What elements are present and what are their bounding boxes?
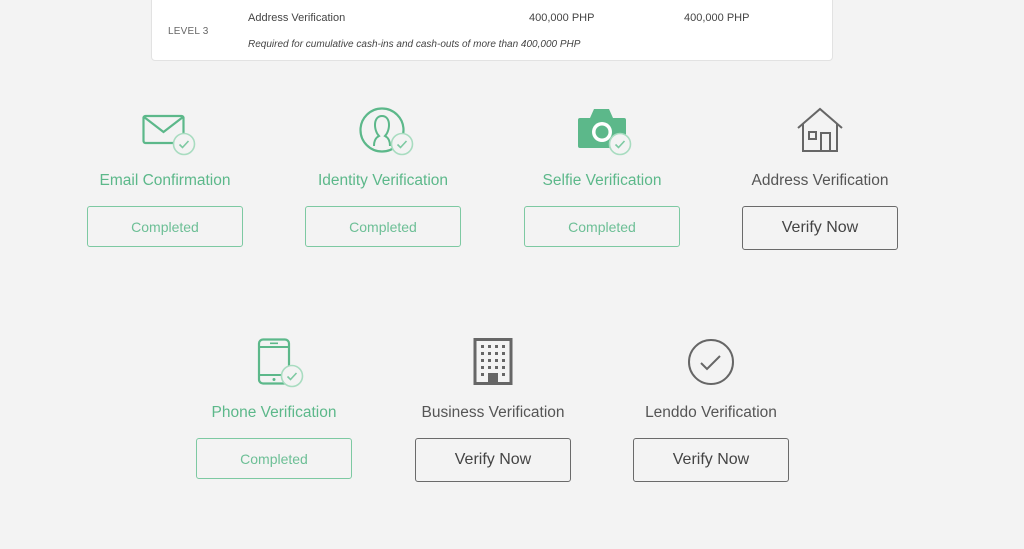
cash-in-limit: 400,000 PHP	[529, 12, 595, 24]
verification-title: Identity Verification	[317, 172, 449, 189]
level-requirement: Address Verification	[248, 12, 346, 24]
verification-title: Business Verification	[421, 404, 565, 421]
verification-identity: Identity Verification Completed	[273, 106, 493, 247]
check-badge-icon	[608, 132, 632, 156]
completed-button[interactable]: Completed	[305, 206, 461, 247]
verification-title: Selfie Verification	[542, 172, 662, 189]
check-badge-icon	[390, 132, 414, 156]
verify-now-button[interactable]: Verify Now	[633, 438, 789, 482]
levels-table-card: LEVEL 3 Address Verification 400,000 PHP…	[151, 0, 833, 61]
verification-lenddo: Lenddo Verification Verify Now	[601, 338, 821, 482]
level-label: LEVEL 3	[168, 26, 209, 37]
completed-button[interactable]: Completed	[196, 438, 352, 479]
verification-address: Address Verification Verify Now	[710, 106, 930, 250]
completed-button[interactable]: Completed	[87, 206, 243, 247]
verification-phone: Phone Verification Completed	[164, 338, 384, 479]
verification-title: Email Confirmation	[99, 172, 231, 189]
check-badge-icon	[280, 364, 304, 388]
check-badge-icon	[172, 132, 196, 156]
verify-now-button[interactable]: Verify Now	[415, 438, 571, 482]
verify-now-button[interactable]: Verify Now	[742, 206, 898, 250]
verification-title: Phone Verification	[211, 404, 337, 421]
verification-title: Lenddo Verification	[645, 404, 777, 421]
verification-title: Address Verification	[751, 172, 889, 189]
level-note: Required for cumulative cash-ins and cas…	[248, 39, 581, 50]
building-icon	[473, 338, 513, 385]
verification-email: Email Confirmation Completed	[55, 106, 275, 247]
completed-button[interactable]: Completed	[524, 206, 680, 247]
cash-out-limit: 400,000 PHP	[684, 12, 750, 24]
verification-selfie: Selfie Verification Completed	[492, 106, 712, 247]
verification-business: Business Verification Verify Now	[383, 338, 603, 482]
house-icon	[797, 107, 843, 152]
check-circle-icon	[688, 339, 734, 385]
